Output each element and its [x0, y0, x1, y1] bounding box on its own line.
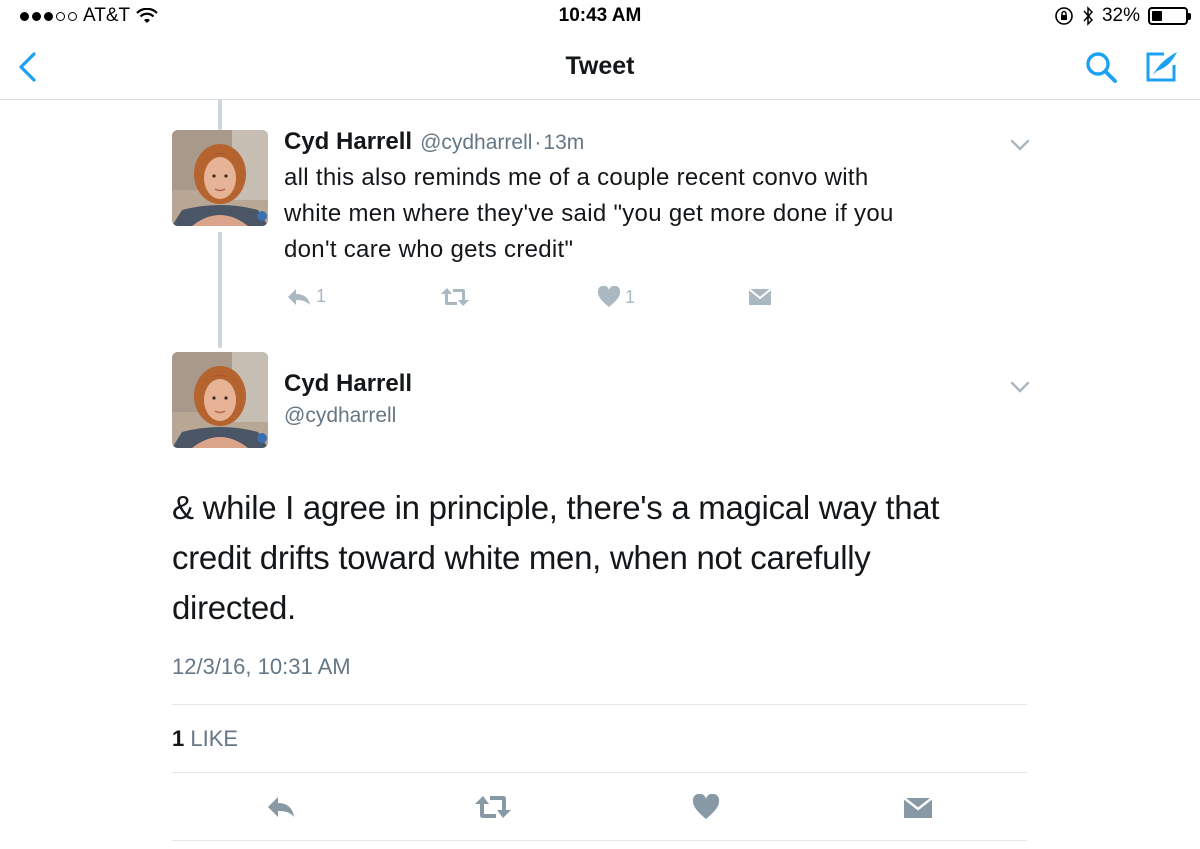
- author-name[interactable]: Cyd Harrell: [284, 128, 412, 156]
- avatar[interactable]: [172, 130, 268, 226]
- thread-connector-line: [218, 232, 222, 348]
- page-title: Tweet: [565, 52, 635, 80]
- tweet-timestamp: 12/3/16, 10:31 AM: [172, 654, 351, 679]
- thread-connector-line: [218, 100, 222, 130]
- parent-tweet-header: Cyd Harrell @cydharrell · 13m: [284, 128, 584, 156]
- navigation-bar: Tweet: [0, 34, 1200, 100]
- chevron-down-icon[interactable]: [1009, 380, 1031, 394]
- heart-icon: [597, 286, 621, 307]
- direct-message-button[interactable]: [748, 287, 772, 307]
- battery-fill: [1152, 11, 1162, 21]
- envelope-icon: [903, 797, 933, 818]
- like-button[interactable]: 1: [597, 286, 635, 308]
- like-count: 1: [625, 286, 636, 307]
- avatar[interactable]: [172, 352, 268, 448]
- author-handle[interactable]: @cydharrell: [420, 131, 532, 155]
- envelope-icon: [748, 288, 772, 305]
- chevron-down-icon[interactable]: [1009, 138, 1031, 152]
- author-handle[interactable]: @cydharrell: [284, 404, 396, 428]
- text-line: white men where they've said "you get mo…: [284, 200, 894, 227]
- likes-summary[interactable]: 1 LIKE: [172, 726, 238, 752]
- clock: 10:43 AM: [558, 5, 642, 26]
- direct-message-button[interactable]: [903, 796, 933, 825]
- reply-icon: [268, 797, 294, 817]
- heart-icon: [692, 793, 720, 819]
- bluetooth-icon: [1083, 6, 1093, 26]
- text-line: all this also reminds me of a couple rec…: [284, 164, 869, 191]
- battery-percent: 32%: [1101, 5, 1140, 26]
- reply-count: 1: [316, 286, 327, 306]
- text-line: don't care who gets credit": [284, 236, 574, 263]
- reply-icon: [288, 288, 310, 305]
- retweet-button[interactable]: [440, 286, 470, 308]
- text-line: directed.: [172, 589, 296, 626]
- divider: [172, 772, 1027, 773]
- like-button[interactable]: [692, 793, 720, 825]
- text-line: credit drifts toward white men, when not…: [172, 539, 871, 576]
- search-icon[interactable]: [1084, 50, 1118, 84]
- status-bar: AT&T 10:43 AM 32%: [0, 0, 1200, 34]
- divider: [172, 840, 1027, 841]
- likes-count: 1: [172, 726, 185, 751]
- battery-icon: [1148, 7, 1191, 25]
- main-tweet-text: & while I agree in principle, there's a …: [172, 483, 1012, 633]
- likes-label: LIKE: [190, 726, 239, 751]
- retweet-icon: [475, 796, 511, 818]
- reply-button[interactable]: 1: [286, 286, 326, 307]
- text-line: & while I agree in principle, there's a …: [172, 489, 940, 526]
- rotation-lock-icon: [1055, 7, 1073, 25]
- retweet-icon: [441, 288, 469, 306]
- reply-button[interactable]: [266, 795, 296, 824]
- divider: [172, 704, 1027, 705]
- avatar-photo: [172, 130, 268, 226]
- author-name[interactable]: Cyd Harrell: [284, 370, 412, 398]
- tweet-age: 13m: [543, 131, 585, 154]
- avatar-photo: [172, 352, 268, 448]
- compose-icon[interactable]: [1142, 48, 1180, 86]
- retweet-button[interactable]: [474, 794, 512, 825]
- parent-tweet-text: all this also reminds me of a couple rec…: [284, 160, 1004, 268]
- status-right: 32%: [1054, 5, 1191, 27]
- separator: ·: [534, 131, 542, 154]
